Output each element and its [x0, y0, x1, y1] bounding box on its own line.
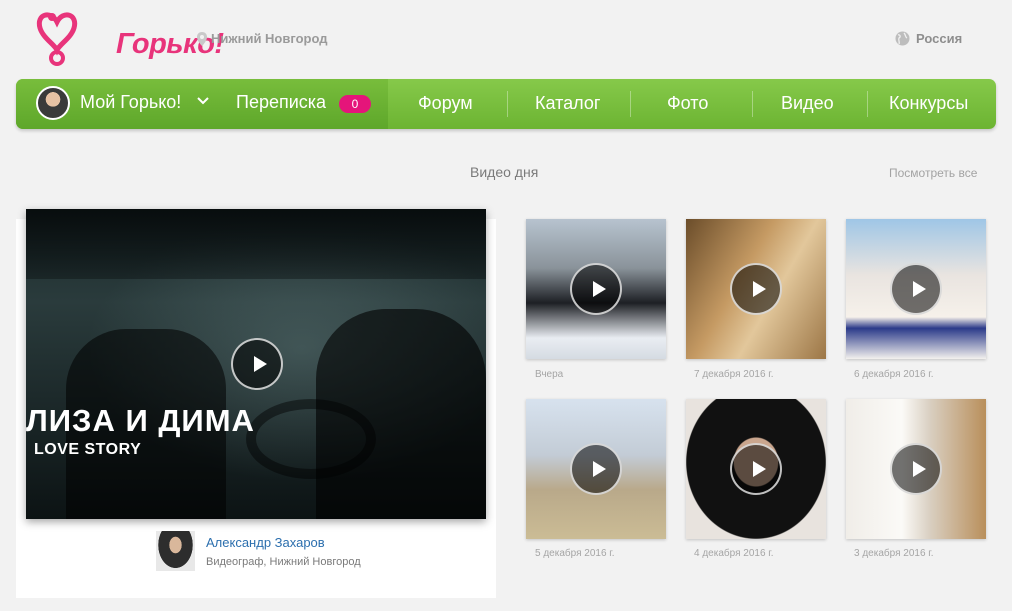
video-thumbnail[interactable]	[686, 399, 826, 539]
country-label: Россия	[916, 31, 963, 46]
play-icon[interactable]	[730, 263, 782, 315]
section-title: Видео дня	[470, 164, 539, 180]
city-label: Нижний Новгород	[211, 31, 328, 46]
thumbnail-figure	[246, 399, 376, 479]
video-date: 5 декабря 2016 г.	[535, 548, 615, 559]
nav-photo[interactable]: Фото	[667, 93, 708, 114]
video-date: 7 декабря 2016 г.	[694, 369, 774, 380]
nav-video[interactable]: Видео	[781, 93, 834, 114]
main-nav: Мой Горько! Переписка 0 Форум Каталог Фо…	[16, 79, 996, 129]
video-date: 4 декабря 2016 г.	[694, 548, 774, 559]
video-thumbnail[interactable]	[526, 219, 666, 359]
video-date: Вчера	[535, 369, 564, 380]
see-all-link[interactable]: Посмотреть все	[889, 166, 977, 180]
nav-divider	[752, 91, 753, 117]
location-pin-icon	[197, 31, 207, 46]
author-avatar[interactable]	[156, 531, 195, 571]
play-icon[interactable]	[570, 263, 622, 315]
nav-forum[interactable]: Форум	[418, 93, 473, 114]
video-date: 6 декабря 2016 г.	[854, 369, 934, 380]
play-icon[interactable]	[890, 443, 942, 495]
messages-count-badge: 0	[339, 95, 371, 113]
country-selector[interactable]: Россия	[895, 31, 962, 46]
play-icon[interactable]	[730, 443, 782, 495]
thumbnail-shade	[26, 209, 486, 279]
city-selector[interactable]: Нижний Новгород	[197, 31, 328, 46]
nav-catalog[interactable]: Каталог	[535, 93, 600, 114]
featured-video-thumbnail[interactable]: ЛИЗА И ДИМА LOVE STORY	[26, 209, 486, 519]
globe-icon	[895, 31, 910, 46]
author-name-link[interactable]: Александр Захаров	[206, 535, 325, 550]
play-icon[interactable]	[231, 338, 283, 390]
user-nav-section: Мой Горько! Переписка 0	[16, 79, 388, 129]
nav-divider	[630, 91, 631, 117]
nav-divider	[507, 91, 508, 117]
nav-contests[interactable]: Конкурсы	[889, 93, 968, 114]
video-date: 3 декабря 2016 г.	[854, 548, 934, 559]
chevron-down-icon[interactable]	[196, 93, 210, 107]
video-thumbnail[interactable]	[686, 219, 826, 359]
featured-video-title: ЛИЗА И ДИМА	[26, 403, 255, 438]
featured-video-subtitle: LOVE STORY	[34, 441, 142, 458]
messages-link[interactable]: Переписка	[236, 92, 326, 113]
my-gorko-menu[interactable]: Мой Горько!	[80, 92, 181, 113]
video-thumbnail[interactable]	[846, 219, 986, 359]
play-icon[interactable]	[890, 263, 942, 315]
logo[interactable]: Горько!	[34, 8, 224, 66]
author-role: Видеограф, Нижний Новгород	[206, 556, 361, 568]
video-thumbnail[interactable]	[526, 399, 666, 539]
nav-divider	[867, 91, 868, 117]
heart-logo-icon	[36, 12, 78, 66]
user-avatar[interactable]	[36, 86, 70, 120]
play-icon[interactable]	[570, 443, 622, 495]
video-thumbnail[interactable]	[846, 399, 986, 539]
